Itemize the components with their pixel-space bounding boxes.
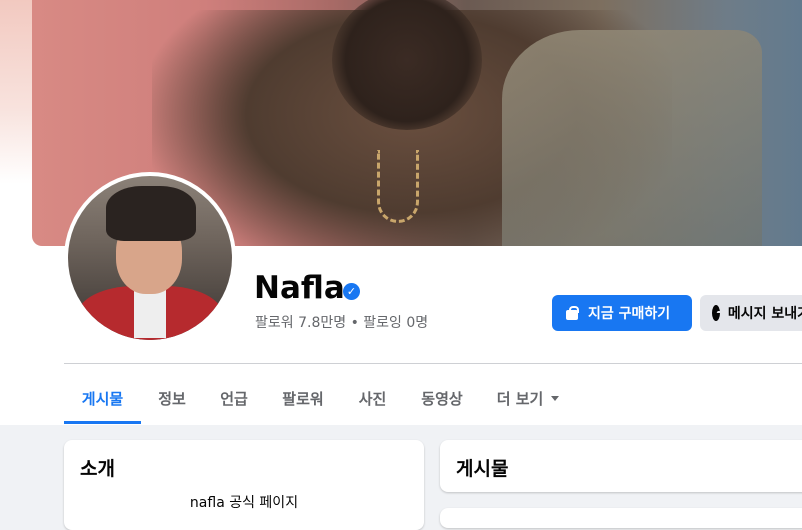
tab-followers[interactable]: 팔로워 [265,372,341,424]
verified-badge-icon: ✓ [343,283,360,300]
next-card [440,508,802,528]
tab-label: 게시물 [81,389,124,408]
avatar-shirt [134,288,166,338]
tab-mentions[interactable]: 언급 [203,372,265,424]
header-divider [64,363,802,364]
posts-title: 게시물 [456,458,509,480]
tab-label: 정보 [158,389,186,408]
tab-more[interactable]: 더 보기 [480,372,576,424]
shopping-bag-icon [564,305,580,321]
intro-text: nafla 공식 페이지 [189,495,299,511]
page-title: Nafla [254,270,345,306]
buy-now-button[interactable]: 지금 구매하기 [552,295,692,331]
send-message-label: 메시지 보내기 [727,306,802,322]
follower-count[interactable]: 팔로워 7.8만명 • 팔로잉 0명 [255,312,428,332]
profile-avatar[interactable] [64,172,236,344]
intro-card: 소개 nafla 공식 페이지 [64,440,424,530]
cover-jacket-shape [502,30,762,246]
tab-about[interactable]: 정보 [141,372,203,424]
tab-label: 더 보기 [496,389,544,408]
avatar-hair [106,186,196,241]
tab-label: 동영상 [421,389,463,408]
cover-necklace-shape [377,150,419,223]
buy-now-label: 지금 구매하기 [588,306,671,322]
tab-photos[interactable]: 사진 [341,372,404,424]
caret-down-icon [551,395,560,401]
avatar-photo [68,176,232,340]
intro-title: 소개 [80,458,115,480]
send-message-button[interactable]: 메시지 보내기 [700,295,802,331]
tab-label: 언급 [220,389,248,408]
tab-label: 팔로워 [282,389,324,408]
tab-posts[interactable]: 게시물 [64,372,141,424]
tab-label: 사진 [358,389,387,408]
posts-card: 게시물 [440,440,802,492]
active-tab-indicator [64,421,141,424]
messenger-icon [712,305,720,321]
tab-videos[interactable]: 동영상 [404,372,480,424]
